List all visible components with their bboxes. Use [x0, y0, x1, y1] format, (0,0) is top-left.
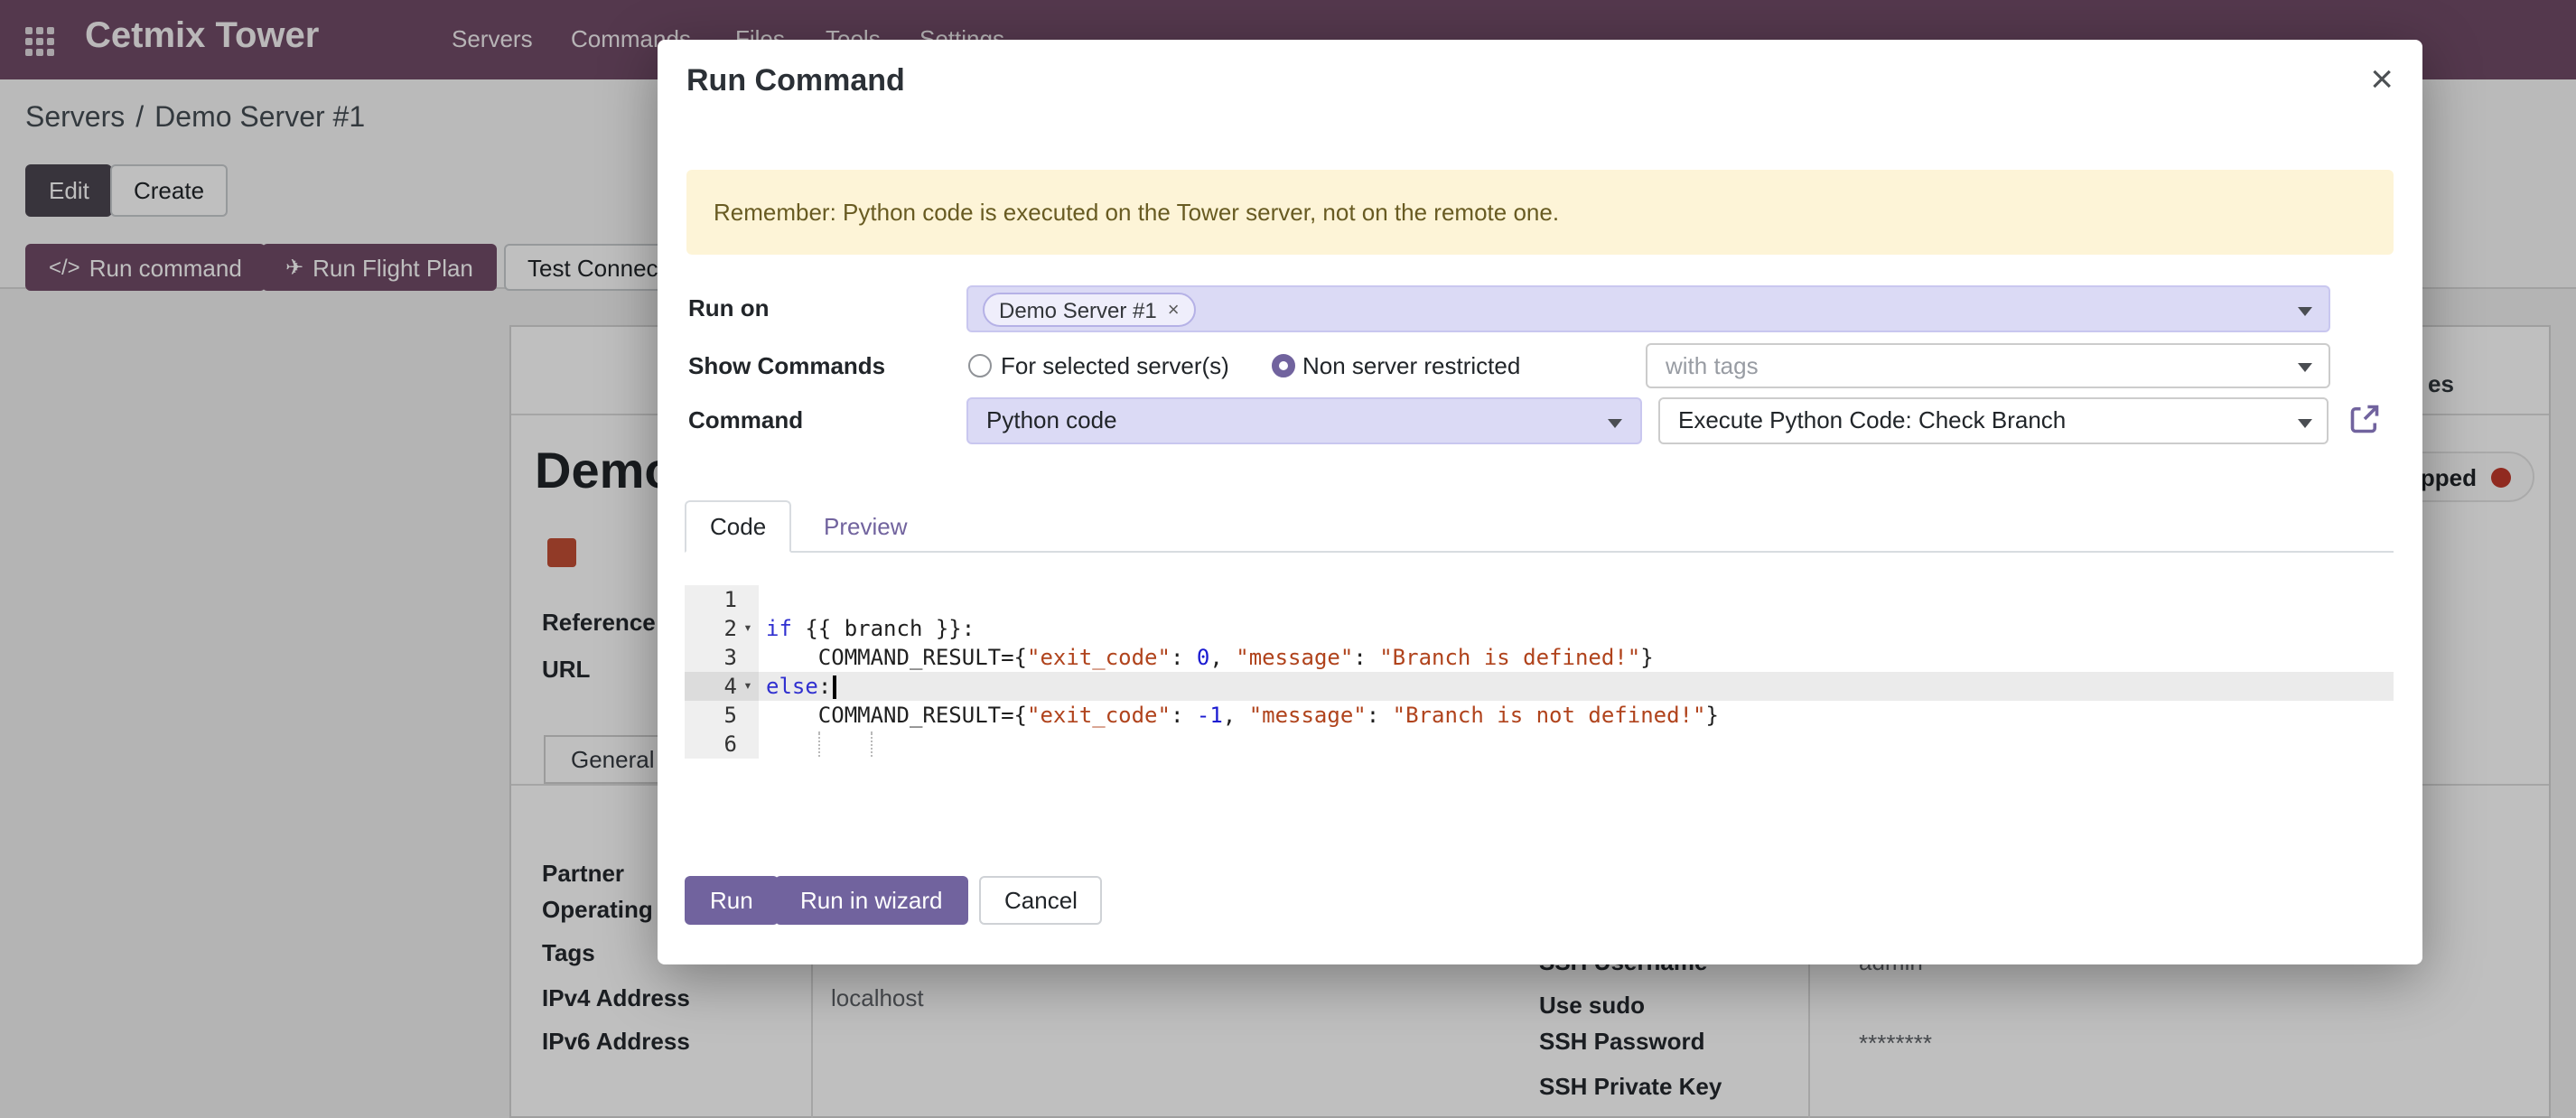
run-on-label: Run on: [688, 285, 770, 332]
command-type-select[interactable]: Python code: [966, 397, 1642, 444]
code-token: -1: [1197, 703, 1223, 728]
close-button[interactable]: ×: [2370, 54, 2394, 105]
code-token: "exit_code": [1027, 703, 1171, 728]
warning-alert-text: Remember: Python code is executed on the…: [714, 199, 1559, 226]
code-token: :: [1353, 645, 1379, 670]
code-token: }: [1705, 703, 1718, 728]
radio-for-selected-servers[interactable]: [968, 354, 992, 377]
with-tags-select[interactable]: with tags: [1646, 343, 2330, 388]
server-tag-label: Demo Server #1: [999, 297, 1157, 322]
run-command-modal: Run Command × Remember: Python code is e…: [658, 40, 2422, 964]
code-token: ,: [1209, 645, 1236, 670]
remove-tag-icon[interactable]: ×: [1168, 299, 1180, 321]
editor-code[interactable]: if {{ branch }}: COMMAND_RESULT={"exit_c…: [759, 585, 2394, 759]
code-line-3[interactable]: COMMAND_RESULT={"exit_code": 0, "message…: [759, 643, 2394, 672]
code-token: ,: [1223, 703, 1249, 728]
code-token: }: [1640, 645, 1653, 670]
fold-arrow-icon[interactable]: ▾: [737, 614, 759, 643]
chevron-down-icon: [2298, 419, 2312, 428]
chevron-down-icon: [2298, 307, 2312, 316]
chevron-down-icon: [1608, 419, 1622, 428]
server-tag: Demo Server #1 ×: [983, 293, 1196, 327]
command-select[interactable]: Execute Python Code: Check Branch: [1658, 397, 2329, 444]
code-line-5[interactable]: COMMAND_RESULT={"exit_code": -1, "messag…: [759, 701, 2394, 730]
open-command-record-button[interactable]: [2348, 403, 2381, 435]
command-label: Command: [688, 397, 803, 444]
radio-non-server-restricted-label[interactable]: Non server restricted: [1302, 343, 1520, 388]
radio-non-server-restricted[interactable]: [1272, 354, 1295, 377]
tab-preview[interactable]: Preview: [800, 500, 931, 553]
code-token: {{ branch }}:: [792, 616, 975, 641]
code-editor[interactable]: 12▾34▾56 if {{ branch }}: COMMAND_RESULT…: [685, 585, 2394, 759]
tabs-divider: [686, 551, 2394, 553]
code-token: "exit_code": [1027, 645, 1171, 670]
run-on-server-select[interactable]: Demo Server #1 ×: [966, 285, 2330, 332]
run-in-wizard-button[interactable]: Run in wizard: [775, 876, 968, 925]
code-token: "message": [1249, 703, 1367, 728]
line-number: 5: [685, 703, 737, 728]
code-token: :: [1171, 703, 1197, 728]
line-number: 6: [685, 731, 737, 757]
run-button[interactable]: Run: [685, 876, 779, 925]
cancel-button[interactable]: Cancel: [979, 876, 1103, 925]
code-token: :: [1171, 645, 1197, 670]
code-token: "Branch is not defined!": [1393, 703, 1706, 728]
close-icon: ×: [2370, 56, 2394, 101]
line-number: 4: [685, 674, 737, 699]
code-token: "Branch is defined!": [1379, 645, 1640, 670]
gutter-line-3[interactable]: 3: [685, 643, 759, 672]
command-select-value: Execute Python Code: Check Branch: [1678, 406, 2066, 433]
code-token: COMMAND_RESULT={: [766, 645, 1027, 670]
external-link-icon: [2348, 403, 2381, 435]
code-token: :: [818, 674, 831, 699]
code-token: :: [1367, 703, 1393, 728]
code-line-1[interactable]: [759, 585, 2394, 614]
chevron-down-icon: [2298, 363, 2312, 372]
gutter-line-1[interactable]: 1: [685, 585, 759, 614]
code-token: else: [766, 674, 818, 699]
code-token: if: [766, 616, 792, 641]
code-token: "message": [1236, 645, 1353, 670]
tab-code[interactable]: Code: [685, 500, 791, 553]
gutter-line-6[interactable]: 6: [685, 730, 759, 759]
screen: Cetmix Tower Servers Commands Files Tool…: [0, 0, 2576, 1118]
show-commands-label: Show Commands: [688, 343, 885, 388]
code-line-6[interactable]: [759, 730, 2394, 759]
modal-title: Run Command: [686, 63, 905, 99]
command-type-value: Python code: [986, 406, 1117, 433]
warning-alert: Remember: Python code is executed on the…: [686, 170, 2394, 255]
code-token: 0: [1197, 645, 1209, 670]
code-line-4[interactable]: else:: [759, 672, 2394, 701]
gutter-line-2[interactable]: 2▾: [685, 614, 759, 643]
code-token: COMMAND_RESULT={: [766, 703, 1027, 728]
code-line-2[interactable]: if {{ branch }}:: [759, 614, 2394, 643]
gutter-line-5[interactable]: 5: [685, 701, 759, 730]
with-tags-placeholder: with tags: [1666, 352, 1759, 379]
fold-arrow-icon[interactable]: ▾: [737, 672, 759, 701]
editor-gutter: 12▾34▾56: [685, 585, 759, 759]
text-cursor: [833, 675, 836, 699]
line-number: 3: [685, 645, 737, 670]
line-number: 2: [685, 616, 737, 641]
line-number: 1: [685, 587, 737, 612]
gutter-line-4[interactable]: 4▾: [685, 672, 759, 701]
radio-for-selected-servers-label[interactable]: For selected server(s): [1001, 343, 1229, 388]
